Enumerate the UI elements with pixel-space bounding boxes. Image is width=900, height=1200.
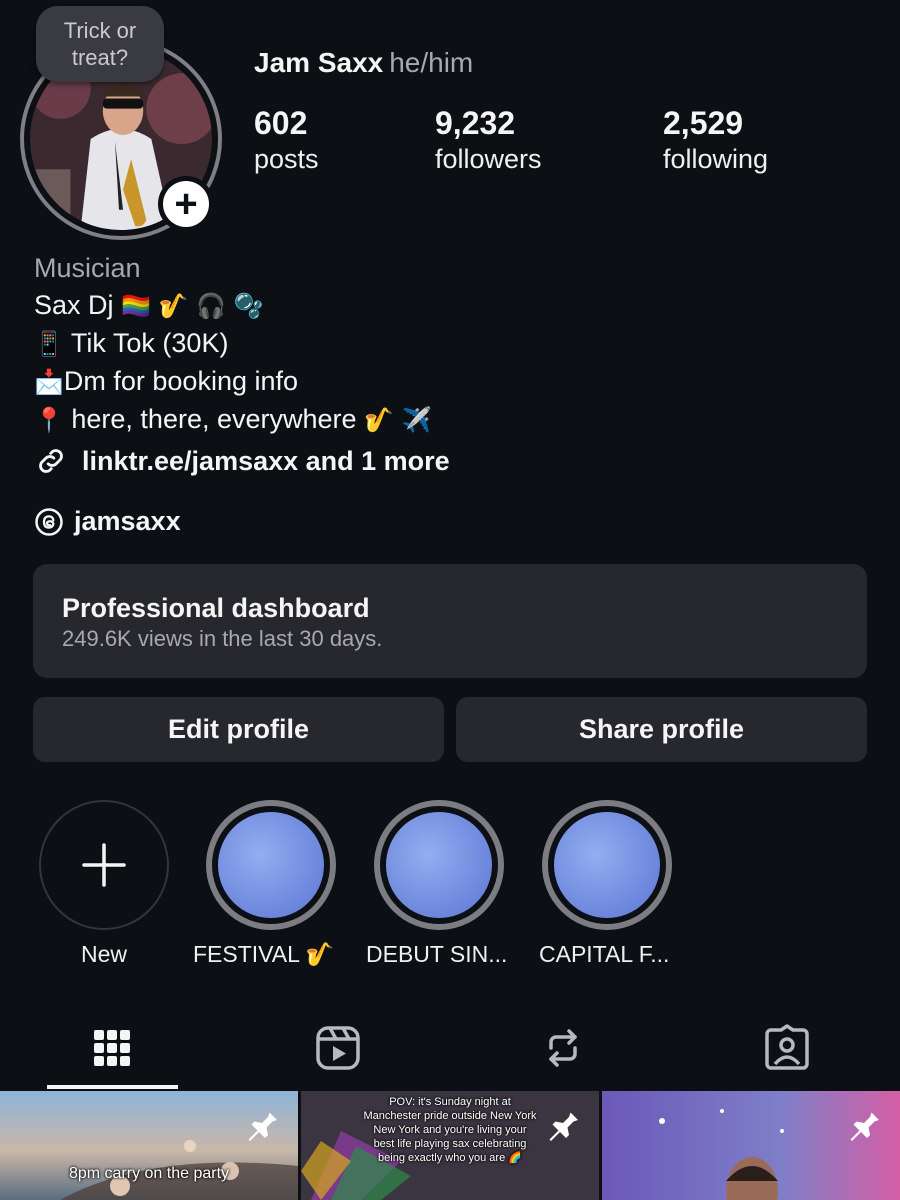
reels-icon xyxy=(316,1026,360,1070)
followers-stat[interactable]: 9,232 followers xyxy=(435,104,542,176)
bio-link[interactable]: linktr.ee/jamsaxx and 1 more xyxy=(34,444,450,478)
bio-line3-text: Dm for booking info xyxy=(63,366,299,396)
pin-icon xyxy=(248,1108,277,1141)
highlight-cover xyxy=(374,800,504,930)
bio-line: Sax Dj 🏳️‍🌈 🎷 🎧 🫧 xyxy=(34,287,431,325)
post-tile[interactable]: POV: it's Sunday night at Manchester pri… xyxy=(301,1091,599,1200)
highlight-new[interactable]: New xyxy=(39,800,169,967)
tab-posts-grid[interactable] xyxy=(82,1020,142,1076)
following-label: following xyxy=(663,144,769,174)
highlight-label: DEBUT SIN... xyxy=(366,941,508,967)
repost-icon xyxy=(549,1029,577,1067)
pronouns: he/him xyxy=(389,47,474,78)
phone-emoji: 📱 xyxy=(34,330,64,358)
active-tab-indicator xyxy=(47,1085,178,1089)
pin-emoji: 📍 xyxy=(34,406,64,434)
bio-line: 📱 Tik Tok (30K) xyxy=(34,325,431,363)
posts-label: posts xyxy=(254,144,319,174)
edit-profile-button[interactable]: Edit profile xyxy=(33,697,444,762)
post-tile[interactable]: 8pm carry on the party xyxy=(0,1091,298,1200)
note-text: Trick or treat? xyxy=(63,18,137,70)
posts-count: 602 xyxy=(254,105,308,141)
pin-icon xyxy=(850,1108,879,1141)
highlight-label: FESTIVAL 🎷 xyxy=(193,941,335,967)
highlight-cover-image xyxy=(386,812,492,918)
new-highlight-circle xyxy=(39,800,169,930)
tab-reposts[interactable] xyxy=(533,1020,593,1076)
highlight-debut[interactable]: DEBUT SIN... xyxy=(366,800,507,967)
plus-icon xyxy=(82,843,126,887)
highlight-label: CAPITAL F... xyxy=(539,941,670,967)
tagged-icon xyxy=(765,1024,809,1070)
plus-icon: + xyxy=(163,181,209,227)
threads-badge[interactable]: jamsaxx xyxy=(34,506,181,537)
highlight-festival[interactable]: FESTIVAL 🎷 xyxy=(193,800,336,967)
post-caption: POV: it's Sunday night at Manchester pri… xyxy=(363,1096,537,1164)
threads-icon xyxy=(35,507,63,536)
followers-label: followers xyxy=(435,144,542,174)
post-tile[interactable] xyxy=(602,1091,900,1200)
bio-category: Musician xyxy=(34,253,141,283)
tab-tagged[interactable] xyxy=(757,1020,817,1076)
bio-line4-text: here, there, everywhere xyxy=(63,404,365,434)
highlight-cover xyxy=(206,800,336,930)
following-count: 2,529 xyxy=(663,105,744,141)
envelope-emoji: 📩 xyxy=(34,368,64,396)
highlight-cover xyxy=(542,800,672,930)
threads-username: jamsaxx xyxy=(74,506,181,536)
bio-line1-emoji: 🏳️‍🌈 🎷 🎧 🫧 xyxy=(121,292,264,320)
pin-icon xyxy=(549,1108,578,1141)
highlight-capital[interactable]: CAPITAL F... xyxy=(539,800,672,967)
display-name: Jam Saxx xyxy=(254,47,384,78)
link-text: linktr.ee/jamsaxx and 1 more xyxy=(82,445,450,476)
followers-count: 9,232 xyxy=(435,105,516,141)
posts-stat[interactable]: 602 posts xyxy=(254,104,319,176)
grid-icon xyxy=(94,1030,130,1066)
bio-line: 📩Dm for booking info xyxy=(34,363,431,401)
following-stat[interactable]: 2,529 following xyxy=(663,104,768,176)
profile-name: Jam Saxx he/him xyxy=(254,47,473,79)
highlight-label: New xyxy=(80,941,127,967)
bio-line2-text: Tik Tok (30K) xyxy=(63,328,229,358)
bio: Musician Sax Dj 🏳️‍🌈 🎷 🎧 🫧 📱 Tik Tok (30… xyxy=(34,250,431,439)
post-caption: 8pm carry on the party xyxy=(68,1165,230,1182)
note-bubble[interactable]: Trick or treat? xyxy=(36,6,164,82)
professional-dashboard[interactable]: Professional dashboard 249.6K views in t… xyxy=(33,564,867,678)
share-profile-button[interactable]: Share profile xyxy=(456,697,867,762)
bio-line: 📍 here, there, everywhere 🎷 ✈️ xyxy=(34,401,431,439)
highlight-cover-image xyxy=(218,812,324,918)
bio-line1-text: Sax Dj xyxy=(34,290,114,320)
dashboard-title: Professional dashboard xyxy=(62,593,370,623)
link-icon xyxy=(39,449,63,473)
add-story-button[interactable]: + xyxy=(158,176,214,232)
dashboard-subtitle: 249.6K views in the last 30 days. xyxy=(62,626,383,651)
tab-reels[interactable] xyxy=(308,1020,368,1076)
highlight-cover-image xyxy=(554,812,660,918)
bio-line4-end-emoji: 🎷 ✈️ xyxy=(364,406,432,434)
